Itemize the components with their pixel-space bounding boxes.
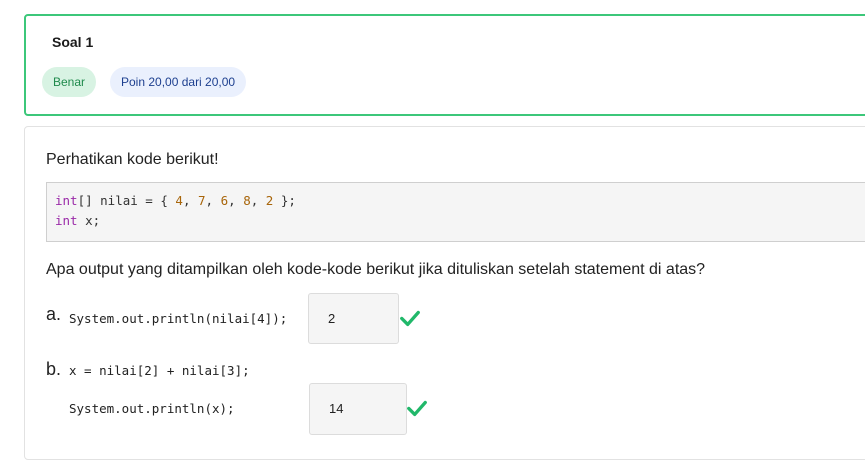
question-card: Perhatikan kode berikut! int[] nilai = {…: [24, 126, 865, 460]
code-text: ,: [182, 193, 199, 208]
question-intro: Perhatikan kode berikut!: [46, 151, 219, 168]
question-prompt: Apa output yang ditampilkan oleh kode-ko…: [46, 261, 706, 278]
code-keyword: int: [55, 193, 78, 208]
status-badge: Benar: [42, 67, 97, 97]
code-number: 6: [220, 193, 229, 208]
part-b-code-line-2: System.out.println(x);: [69, 401, 235, 416]
code-text: [] nilai = {: [77, 193, 176, 208]
score-badge: Poin 20,00 dari 20,00: [110, 67, 247, 97]
question-info-card: Soal 1 Benar Poin 20,00 dari 20,00: [24, 14, 865, 116]
code-keyword: int: [55, 213, 78, 228]
code-line: int[] nilai = { 4, 7, 6, 8, 2 };: [55, 191, 865, 211]
part-b-code-line-1: x = nilai[2] + nilai[3];: [69, 363, 250, 378]
code-number: 8: [243, 193, 251, 208]
check-icon: [400, 310, 420, 327]
code-text: };: [273, 193, 296, 208]
code-number: 7: [198, 193, 206, 208]
part-a-code: System.out.println(nilai[4]);: [69, 311, 288, 326]
code-text: x;: [77, 213, 101, 228]
check-icon: [407, 400, 427, 417]
part-b-label: b.: [46, 359, 62, 379]
part-a-answer-field[interactable]: 2: [308, 293, 399, 344]
code-text: ,: [250, 193, 266, 208]
code-block: int[] nilai = { 4, 7, 6, 8, 2 }; int x;: [46, 182, 865, 242]
part-a-label: a.: [46, 304, 62, 324]
code-number: 4: [175, 193, 183, 208]
part-b-answer-field[interactable]: 14: [309, 383, 407, 435]
question-number: Soal 1: [52, 34, 94, 50]
code-text: ,: [205, 193, 221, 208]
code-line: int x;: [55, 211, 865, 231]
code-text: ,: [228, 193, 244, 208]
